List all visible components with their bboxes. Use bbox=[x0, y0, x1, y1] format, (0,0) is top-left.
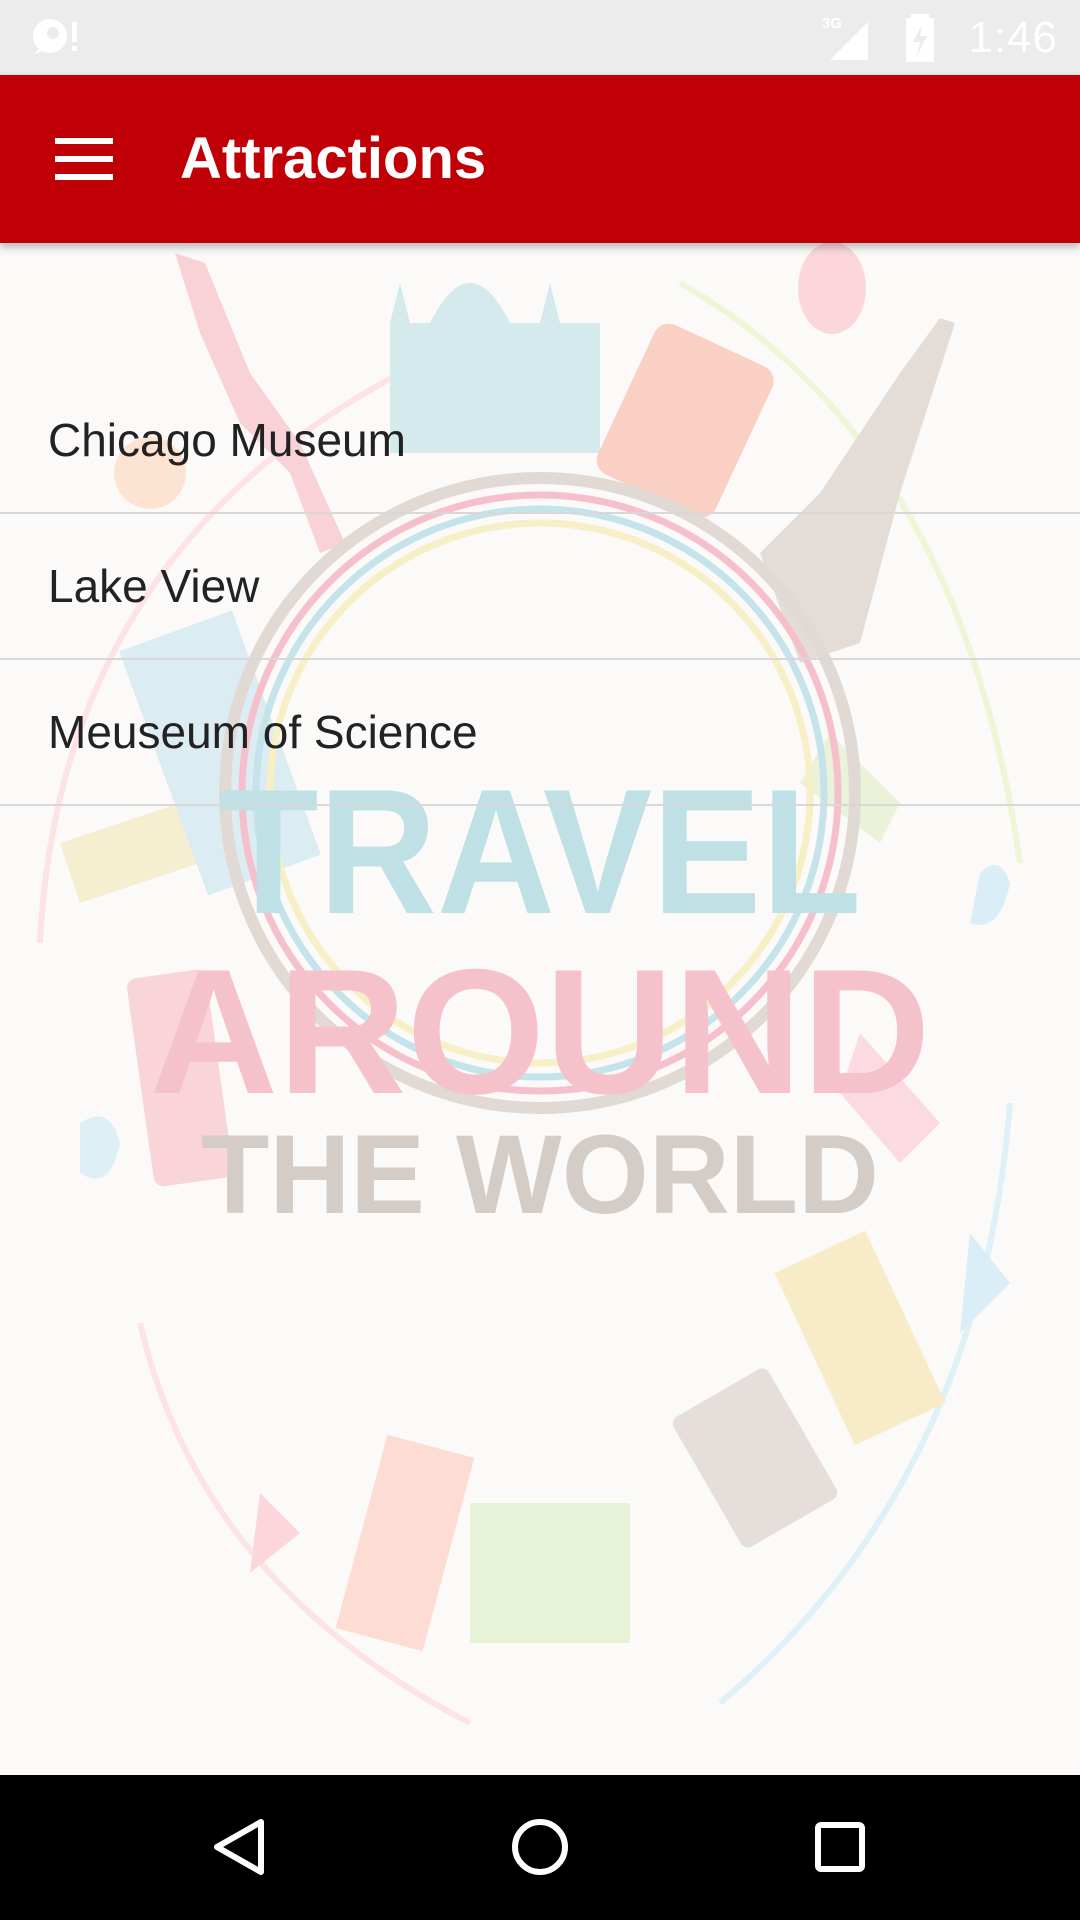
navigation-bar bbox=[0, 1775, 1080, 1920]
signal-3g-icon: 3G bbox=[822, 15, 869, 60]
list-item[interactable]: Meuseum of Science bbox=[0, 660, 1080, 806]
status-bar: 3G 1:46 bbox=[0, 0, 1080, 75]
hamburger-menu-icon bbox=[55, 138, 113, 180]
app-screen: 3G 1:46 Attractions TRAVEL AROUND THE WO… bbox=[0, 0, 1080, 1920]
app-bar: Attractions bbox=[0, 75, 1080, 243]
list-item-label: Lake View bbox=[48, 560, 260, 612]
notification-icon bbox=[33, 19, 77, 54]
recents-icon bbox=[815, 1822, 865, 1872]
list-item[interactable]: Chicago Museum bbox=[0, 368, 1080, 514]
list-item[interactable]: Lake View bbox=[0, 514, 1080, 660]
home-icon bbox=[512, 1819, 568, 1875]
battery-charging-icon bbox=[906, 13, 935, 62]
list-item-label: Meuseum of Science bbox=[48, 706, 478, 758]
back-button[interactable] bbox=[190, 1797, 290, 1897]
content-area: TRAVEL AROUND THE WORLD Chicago Museum L… bbox=[0, 243, 1080, 1775]
home-button[interactable] bbox=[490, 1797, 590, 1897]
menu-button[interactable] bbox=[28, 114, 140, 204]
back-icon bbox=[214, 1819, 264, 1875]
status-time: 1:46 bbox=[968, 12, 1058, 62]
attractions-list: Chicago Museum Lake View Meuseum of Scie… bbox=[0, 368, 1080, 806]
page-title: Attractions bbox=[180, 126, 487, 191]
svg-text:3G: 3G bbox=[822, 15, 842, 32]
recents-button[interactable] bbox=[790, 1797, 890, 1897]
background-text-world: THE WORLD bbox=[201, 1112, 879, 1237]
list-item-label: Chicago Museum bbox=[48, 414, 406, 466]
background-text-around: AROUND bbox=[149, 932, 930, 1131]
